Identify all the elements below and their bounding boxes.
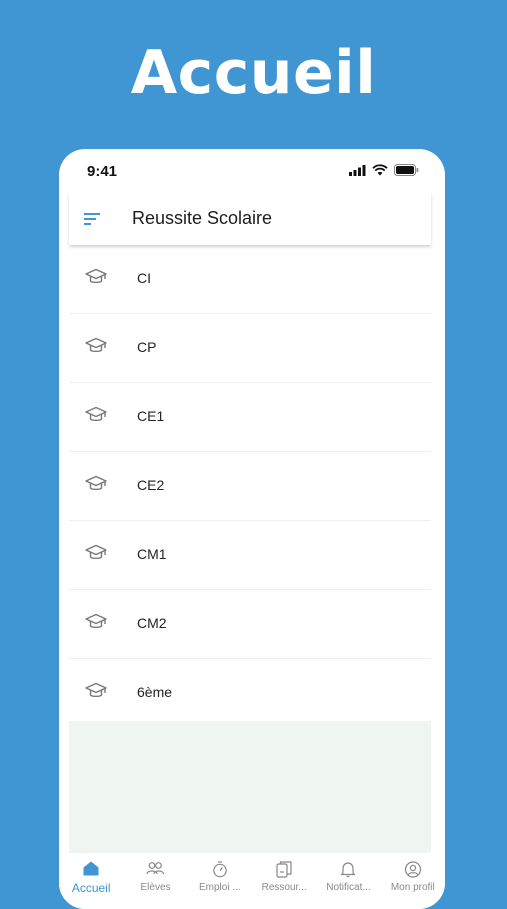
nav-item-profil[interactable]: Mon profil [381,853,445,909]
nav-item-emploi[interactable]: Emploi ... [188,853,252,909]
list-item-cp[interactable]: CP [69,314,431,383]
sort-menu-icon[interactable] [83,211,103,227]
signal-icon [349,164,366,176]
status-icons [349,164,419,176]
nav-item-notifications[interactable]: Notificat... [316,853,380,909]
list-item-ci[interactable]: CI [69,245,431,314]
home-icon [83,861,99,876]
list-item-label: CE1 [137,408,165,424]
nav-label: Accueil [71,881,111,895]
nav-label: Notificat... [326,882,371,893]
hero-title: Accueil [130,38,377,108]
bell-icon [341,862,356,878]
bottom-navigation: Accueil Elèves Emploi ... Ressour... Not… [59,853,445,909]
list-item-label: CM1 [137,546,167,562]
profile-icon [404,861,421,878]
timer-icon [213,861,227,878]
list-item-ce2[interactable]: CE2 [69,452,431,521]
nav-label: Elèves [140,882,171,893]
wifi-icon [372,164,388,176]
graduation-cap-icon [85,406,107,422]
graduation-cap-icon [85,475,107,491]
nav-label: Ressour... [261,882,307,893]
nav-label: Emploi ... [198,882,241,893]
graduation-cap-icon [85,268,107,284]
students-icon [146,862,165,875]
phone-frame: 9:41 Reussite Scolaire CI CP CE1 CE2 CM1… [59,149,445,909]
app-title: Reussite Scolaire [132,208,273,228]
list-item-label: CM2 [137,615,167,631]
list-item-label: CE2 [137,477,165,493]
graduation-cap-icon [85,682,107,698]
list-item-label: CI [137,270,151,286]
list-item-cm1[interactable]: CM1 [69,521,431,590]
list-item-6eme[interactable]: 6ème [69,659,431,727]
status-time: 9:41 [87,163,118,180]
nav-item-eleves[interactable]: Elèves [123,853,187,909]
list-item-ce1[interactable]: CE1 [69,383,431,452]
battery-icon [394,164,419,176]
nav-label: Mon profil [390,882,435,893]
nav-item-ressources[interactable]: Ressour... [252,853,316,909]
list-item-label: CP [137,339,157,355]
graduation-cap-icon [85,544,107,560]
resources-icon [276,861,292,878]
list-item-cm2[interactable]: CM2 [69,590,431,659]
status-bar: 9:41 [59,149,445,193]
level-list: CI CP CE1 CE2 CM1 CM2 6ème [69,245,431,727]
list-item-label: 6ème [137,684,173,700]
graduation-cap-icon [85,337,107,353]
empty-content-area [69,721,431,853]
app-bar: Reussite Scolaire [69,193,431,245]
nav-item-accueil[interactable]: Accueil [59,853,123,909]
graduation-cap-icon [85,613,107,629]
